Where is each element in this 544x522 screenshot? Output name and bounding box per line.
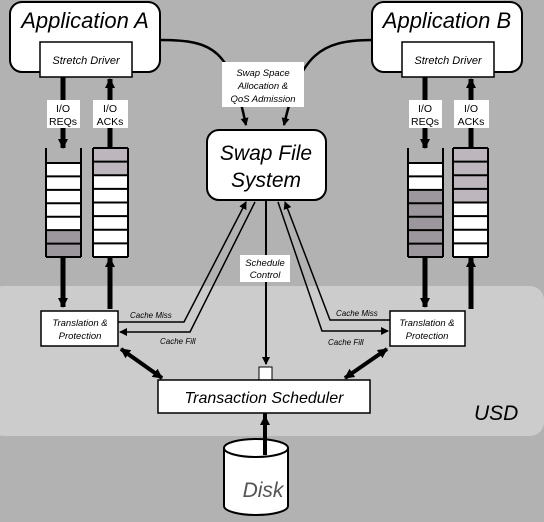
ack-queue-a — [92, 147, 129, 258]
svg-text:REQs: REQs — [49, 116, 77, 128]
svg-text:Application A: Application A — [19, 8, 149, 33]
diagram: USD Swap Space Allocation & QoS Admissio… — [0, 0, 544, 522]
svg-text:Translation &: Translation & — [52, 318, 107, 329]
queue-slot — [408, 243, 443, 257]
svg-text:I/O: I/O — [103, 103, 117, 115]
queue-slot — [46, 243, 81, 257]
swap-file-system: Swap File System — [206, 129, 327, 201]
queue-slot — [408, 189, 443, 204]
svg-text:Control: Control — [250, 270, 282, 281]
cache-miss-label-a: Cache Miss — [130, 311, 172, 320]
svg-text:Swap Space: Swap Space — [236, 68, 289, 79]
translation-protection-a: Translation & Protection — [40, 310, 119, 347]
cache-fill-label-a: Cache Fill — [160, 337, 196, 346]
usd-label: USD — [474, 402, 518, 425]
svg-text:Transaction Scheduler: Transaction Scheduler — [185, 390, 345, 407]
queue-slot — [408, 230, 443, 244]
svg-text:Protection: Protection — [406, 331, 449, 342]
disk: Disk — [223, 438, 289, 516]
svg-text:Application B: Application B — [381, 8, 511, 33]
svg-text:Stretch Driver: Stretch Driver — [52, 55, 121, 67]
svg-text:I/O: I/O — [464, 103, 478, 115]
swap-space-label: Swap Space Allocation & QoS Admission — [222, 62, 304, 107]
svg-text:Protection: Protection — [59, 331, 102, 342]
transaction-scheduler: Transaction Scheduler — [157, 379, 371, 414]
io-reqs-label-b: I/O REQs — [409, 100, 442, 128]
req-queue-b — [407, 148, 444, 258]
svg-text:ACKs: ACKs — [458, 116, 485, 128]
application-a: Application A Stretch Driver — [9, 1, 161, 78]
io-acks-label-a: I/O ACKs — [93, 100, 128, 128]
svg-text:Stretch Driver: Stretch Driver — [414, 55, 483, 67]
svg-text:I/O: I/O — [56, 103, 70, 115]
svg-text:Swap File: Swap File — [220, 142, 312, 165]
svg-text:Disk: Disk — [243, 479, 285, 502]
cache-miss-label-b: Cache Miss — [336, 309, 378, 318]
req-queue-a — [45, 148, 82, 258]
ack-queue-b — [452, 147, 489, 258]
queue-slot — [93, 148, 128, 162]
svg-text:REQs: REQs — [411, 116, 439, 128]
translation-protection-b: Translation & Protection — [389, 310, 466, 347]
svg-text:Allocation &: Allocation & — [237, 81, 288, 92]
queue-slot — [408, 216, 443, 231]
svg-text:I/O: I/O — [418, 103, 432, 115]
queue-slot — [93, 161, 128, 176]
queue-slot — [46, 230, 81, 244]
schedule-port — [258, 366, 273, 381]
application-b: Application B Stretch Driver — [371, 1, 523, 78]
queue-slot — [453, 188, 488, 203]
svg-text:Translation &: Translation & — [399, 318, 454, 329]
io-acks-label-b: I/O ACKs — [454, 100, 489, 128]
queue-slot — [453, 148, 488, 162]
queue-slot — [453, 175, 488, 189]
queue-slot — [408, 203, 443, 217]
cache-fill-label-b: Cache Fill — [328, 338, 364, 347]
queue-slot — [453, 161, 488, 176]
io-reqs-label-a: I/O REQs — [47, 100, 80, 128]
svg-text:System: System — [231, 169, 301, 192]
schedule-control-label: Schedule Control — [240, 255, 290, 282]
svg-text:ACKs: ACKs — [97, 116, 124, 128]
svg-text:Schedule: Schedule — [245, 258, 285, 269]
svg-text:QoS Admission: QoS Admission — [230, 94, 295, 105]
